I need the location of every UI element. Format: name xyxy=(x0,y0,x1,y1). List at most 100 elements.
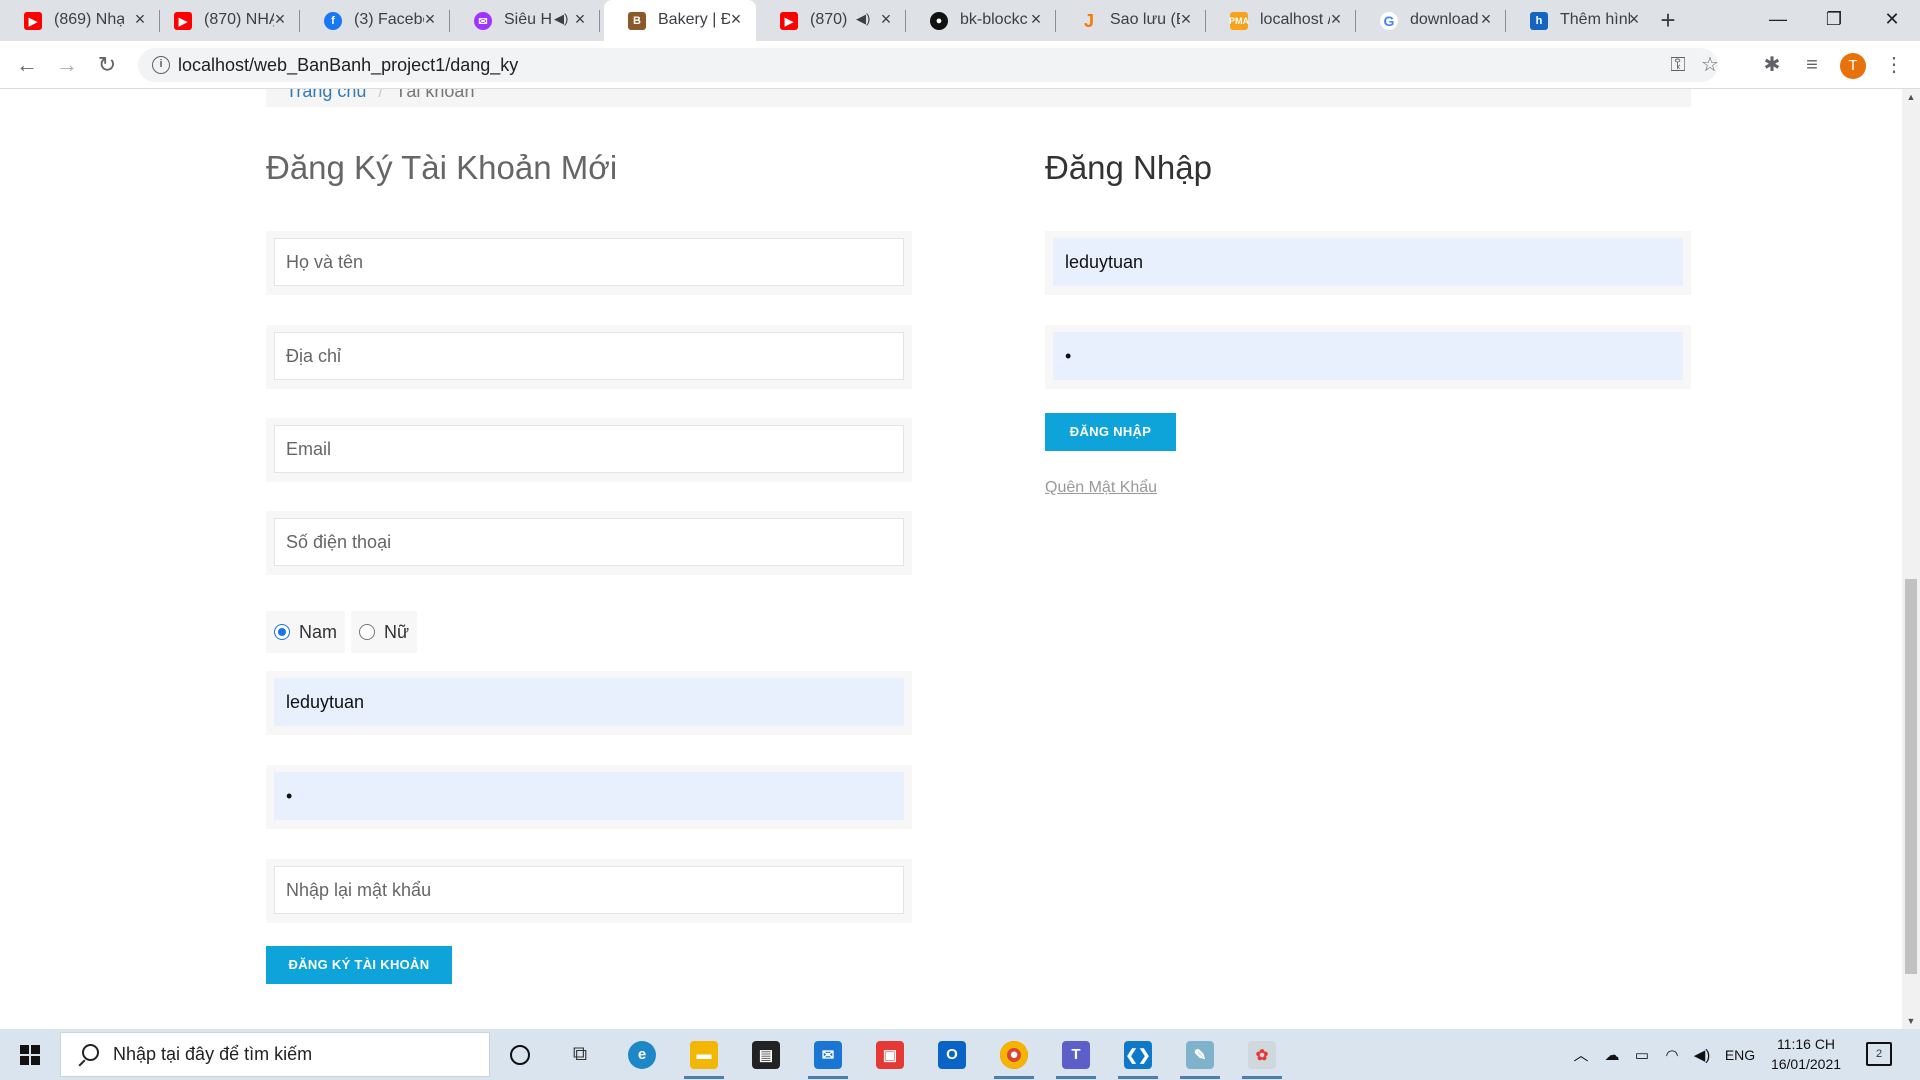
cortana-icon[interactable] xyxy=(496,1033,544,1076)
register-username-input[interactable] xyxy=(274,678,904,726)
browser-tab[interactable]: G download × xyxy=(1356,0,1506,41)
login-password-input[interactable] xyxy=(1053,332,1683,380)
address-input[interactable] xyxy=(274,332,904,380)
url-text[interactable]: localhost/web_BanBanh_project1/dang_ky xyxy=(178,55,518,76)
teams-icon[interactable]: T xyxy=(1052,1033,1100,1079)
close-icon[interactable]: × xyxy=(420,9,440,29)
gender-female-label: Nữ xyxy=(384,621,410,642)
minimize-button[interactable]: — xyxy=(1750,0,1806,41)
volume-icon[interactable]: ◀) xyxy=(1688,1029,1716,1080)
phone-field-wrap xyxy=(266,511,912,575)
forward-button[interactable]: → xyxy=(51,49,83,81)
gender-male-label: Nam xyxy=(299,621,338,642)
breadcrumb-home-link[interactable]: Trang chủ xyxy=(286,89,366,102)
close-icon[interactable]: × xyxy=(1476,9,1496,29)
forgot-password-link[interactable]: Quên Mật Khẩu xyxy=(1045,479,1157,497)
close-icon[interactable]: × xyxy=(570,9,590,29)
task-view-icon[interactable]: ⧉ xyxy=(556,1033,604,1076)
browser-tab[interactable]: ▶ (870) NHẠC × xyxy=(150,0,300,41)
windows-logo-icon xyxy=(20,1044,40,1065)
reload-button[interactable]: ↻ xyxy=(91,49,123,81)
mail-icon[interactable]: ✉ xyxy=(804,1033,852,1079)
gender-female-radio[interactable] xyxy=(359,624,376,640)
speaker-icon[interactable]: ◀) xyxy=(554,11,568,27)
youtube-icon: ▶ xyxy=(780,12,798,30)
menu-icon[interactable]: ⋮ xyxy=(1880,51,1908,79)
scroll-down-arrow[interactable]: ▼ xyxy=(1902,1013,1920,1029)
login-button[interactable]: ĐĂNG NHẬP xyxy=(1045,413,1176,451)
login-username-field-wrap xyxy=(1045,231,1691,295)
restore-button[interactable]: ❐ xyxy=(1806,0,1862,41)
outlook-icon[interactable]: O xyxy=(928,1033,976,1076)
browser-tab[interactable]: ● bk-blockc × xyxy=(906,0,1056,41)
page-scrollbar[interactable]: ▲ ▼ xyxy=(1902,89,1920,1029)
scroll-thumb[interactable] xyxy=(1905,579,1917,974)
github-icon: ● xyxy=(930,12,948,30)
wifi-icon[interactable]: ◠ xyxy=(1658,1029,1686,1080)
star-icon[interactable]: ☆ xyxy=(1698,53,1722,77)
paint-icon[interactable]: ✿ xyxy=(1238,1033,1286,1079)
speaker-icon[interactable]: ◀) xyxy=(856,11,870,27)
taskbar-search[interactable]: Nhập tại đây để tìm kiếm xyxy=(60,1032,490,1077)
browser-tab[interactable]: f (3) Facebook × xyxy=(300,0,450,41)
close-icon[interactable]: × xyxy=(1326,9,1346,29)
close-icon[interactable]: × xyxy=(726,9,746,29)
browser-tab[interactable]: PMA localhost / × xyxy=(1206,0,1356,41)
file-explorer-icon[interactable]: ▬ xyxy=(680,1033,728,1079)
browser-tab[interactable]: ▶ (869) Nhạc × xyxy=(0,0,160,41)
notepad-icon[interactable]: ✎ xyxy=(1176,1033,1224,1079)
fullname-input[interactable] xyxy=(274,238,904,286)
media-queue-icon[interactable]: ≡ xyxy=(1798,51,1826,79)
browser-tab[interactable]: J Sao lưu (B × xyxy=(1056,0,1206,41)
close-icon[interactable]: × xyxy=(876,9,896,29)
edge-icon[interactable]: e xyxy=(618,1033,666,1076)
tray-chevron-icon[interactable]: ︿ xyxy=(1568,1029,1594,1080)
gift-icon[interactable]: ▣ xyxy=(866,1033,914,1076)
tab-title: (870) NHẠC xyxy=(204,11,274,28)
phone-input[interactable] xyxy=(274,518,904,566)
close-icon[interactable]: × xyxy=(130,9,150,29)
register-password-input[interactable] xyxy=(274,772,904,820)
start-button[interactable] xyxy=(0,1029,60,1080)
search-icon xyxy=(77,1043,99,1066)
h-icon: h xyxy=(1530,12,1548,30)
battery-icon[interactable]: ▭ xyxy=(1628,1029,1656,1080)
gender-female-option[interactable]: Nữ xyxy=(351,611,418,653)
language-indicator[interactable]: ENG xyxy=(1718,1029,1762,1080)
email-input[interactable] xyxy=(274,425,904,473)
google-icon: G xyxy=(1380,12,1398,30)
key-icon[interactable]: ⚿ xyxy=(1666,53,1690,77)
close-icon[interactable]: × xyxy=(1176,9,1196,29)
tab-title: localhost / xyxy=(1260,11,1330,28)
new-tab-button[interactable]: + xyxy=(1654,6,1682,34)
address-bar[interactable]: i localhost/web_BanBanh_project1/dang_ky… xyxy=(138,48,1719,82)
login-title: Đăng Nhập xyxy=(1045,149,1212,186)
confirm-password-input[interactable] xyxy=(274,866,904,914)
notification-center-icon[interactable]: 2 xyxy=(1866,1042,1892,1066)
store-icon[interactable]: ▤ xyxy=(742,1033,790,1076)
close-icon[interactable]: × xyxy=(1026,9,1046,29)
scroll-up-arrow[interactable]: ▲ xyxy=(1902,89,1920,105)
facebook-icon: f xyxy=(324,12,342,30)
browser-tab[interactable]: h Thêm hình × xyxy=(1506,0,1654,41)
gender-male-option[interactable]: Nam xyxy=(266,611,346,653)
browser-tab[interactable]: ▶ (870) ◀) × xyxy=(756,0,906,41)
close-icon[interactable]: × xyxy=(270,9,290,29)
gender-male-radio[interactable] xyxy=(274,624,290,640)
avatar[interactable]: T xyxy=(1840,53,1866,79)
back-button[interactable]: ← xyxy=(11,49,43,81)
taskbar-clock[interactable]: 11:16 CH 16/01/2021 xyxy=(1768,1034,1844,1074)
chrome-icon[interactable]: ● xyxy=(990,1033,1038,1079)
browser-tab[interactable]: ✉ Siêu H ◀) × xyxy=(450,0,600,41)
onedrive-icon[interactable]: ☁ xyxy=(1598,1029,1626,1080)
vscode-icon[interactable]: ❮❯ xyxy=(1114,1033,1162,1079)
close-window-button[interactable]: ✕ xyxy=(1864,0,1920,41)
close-icon[interactable]: × xyxy=(1624,9,1644,29)
confirm-password-field-wrap xyxy=(266,859,912,923)
info-icon[interactable]: i xyxy=(152,56,170,74)
login-username-input[interactable] xyxy=(1053,238,1683,286)
browser-tab-active[interactable]: B Bakery | Đ × xyxy=(604,0,756,41)
tab-title: bk-blockc xyxy=(960,11,1028,28)
extensions-icon[interactable]: ✱ xyxy=(1758,51,1786,79)
register-button[interactable]: ĐĂNG KÝ TÀI KHOẢN xyxy=(266,946,452,984)
